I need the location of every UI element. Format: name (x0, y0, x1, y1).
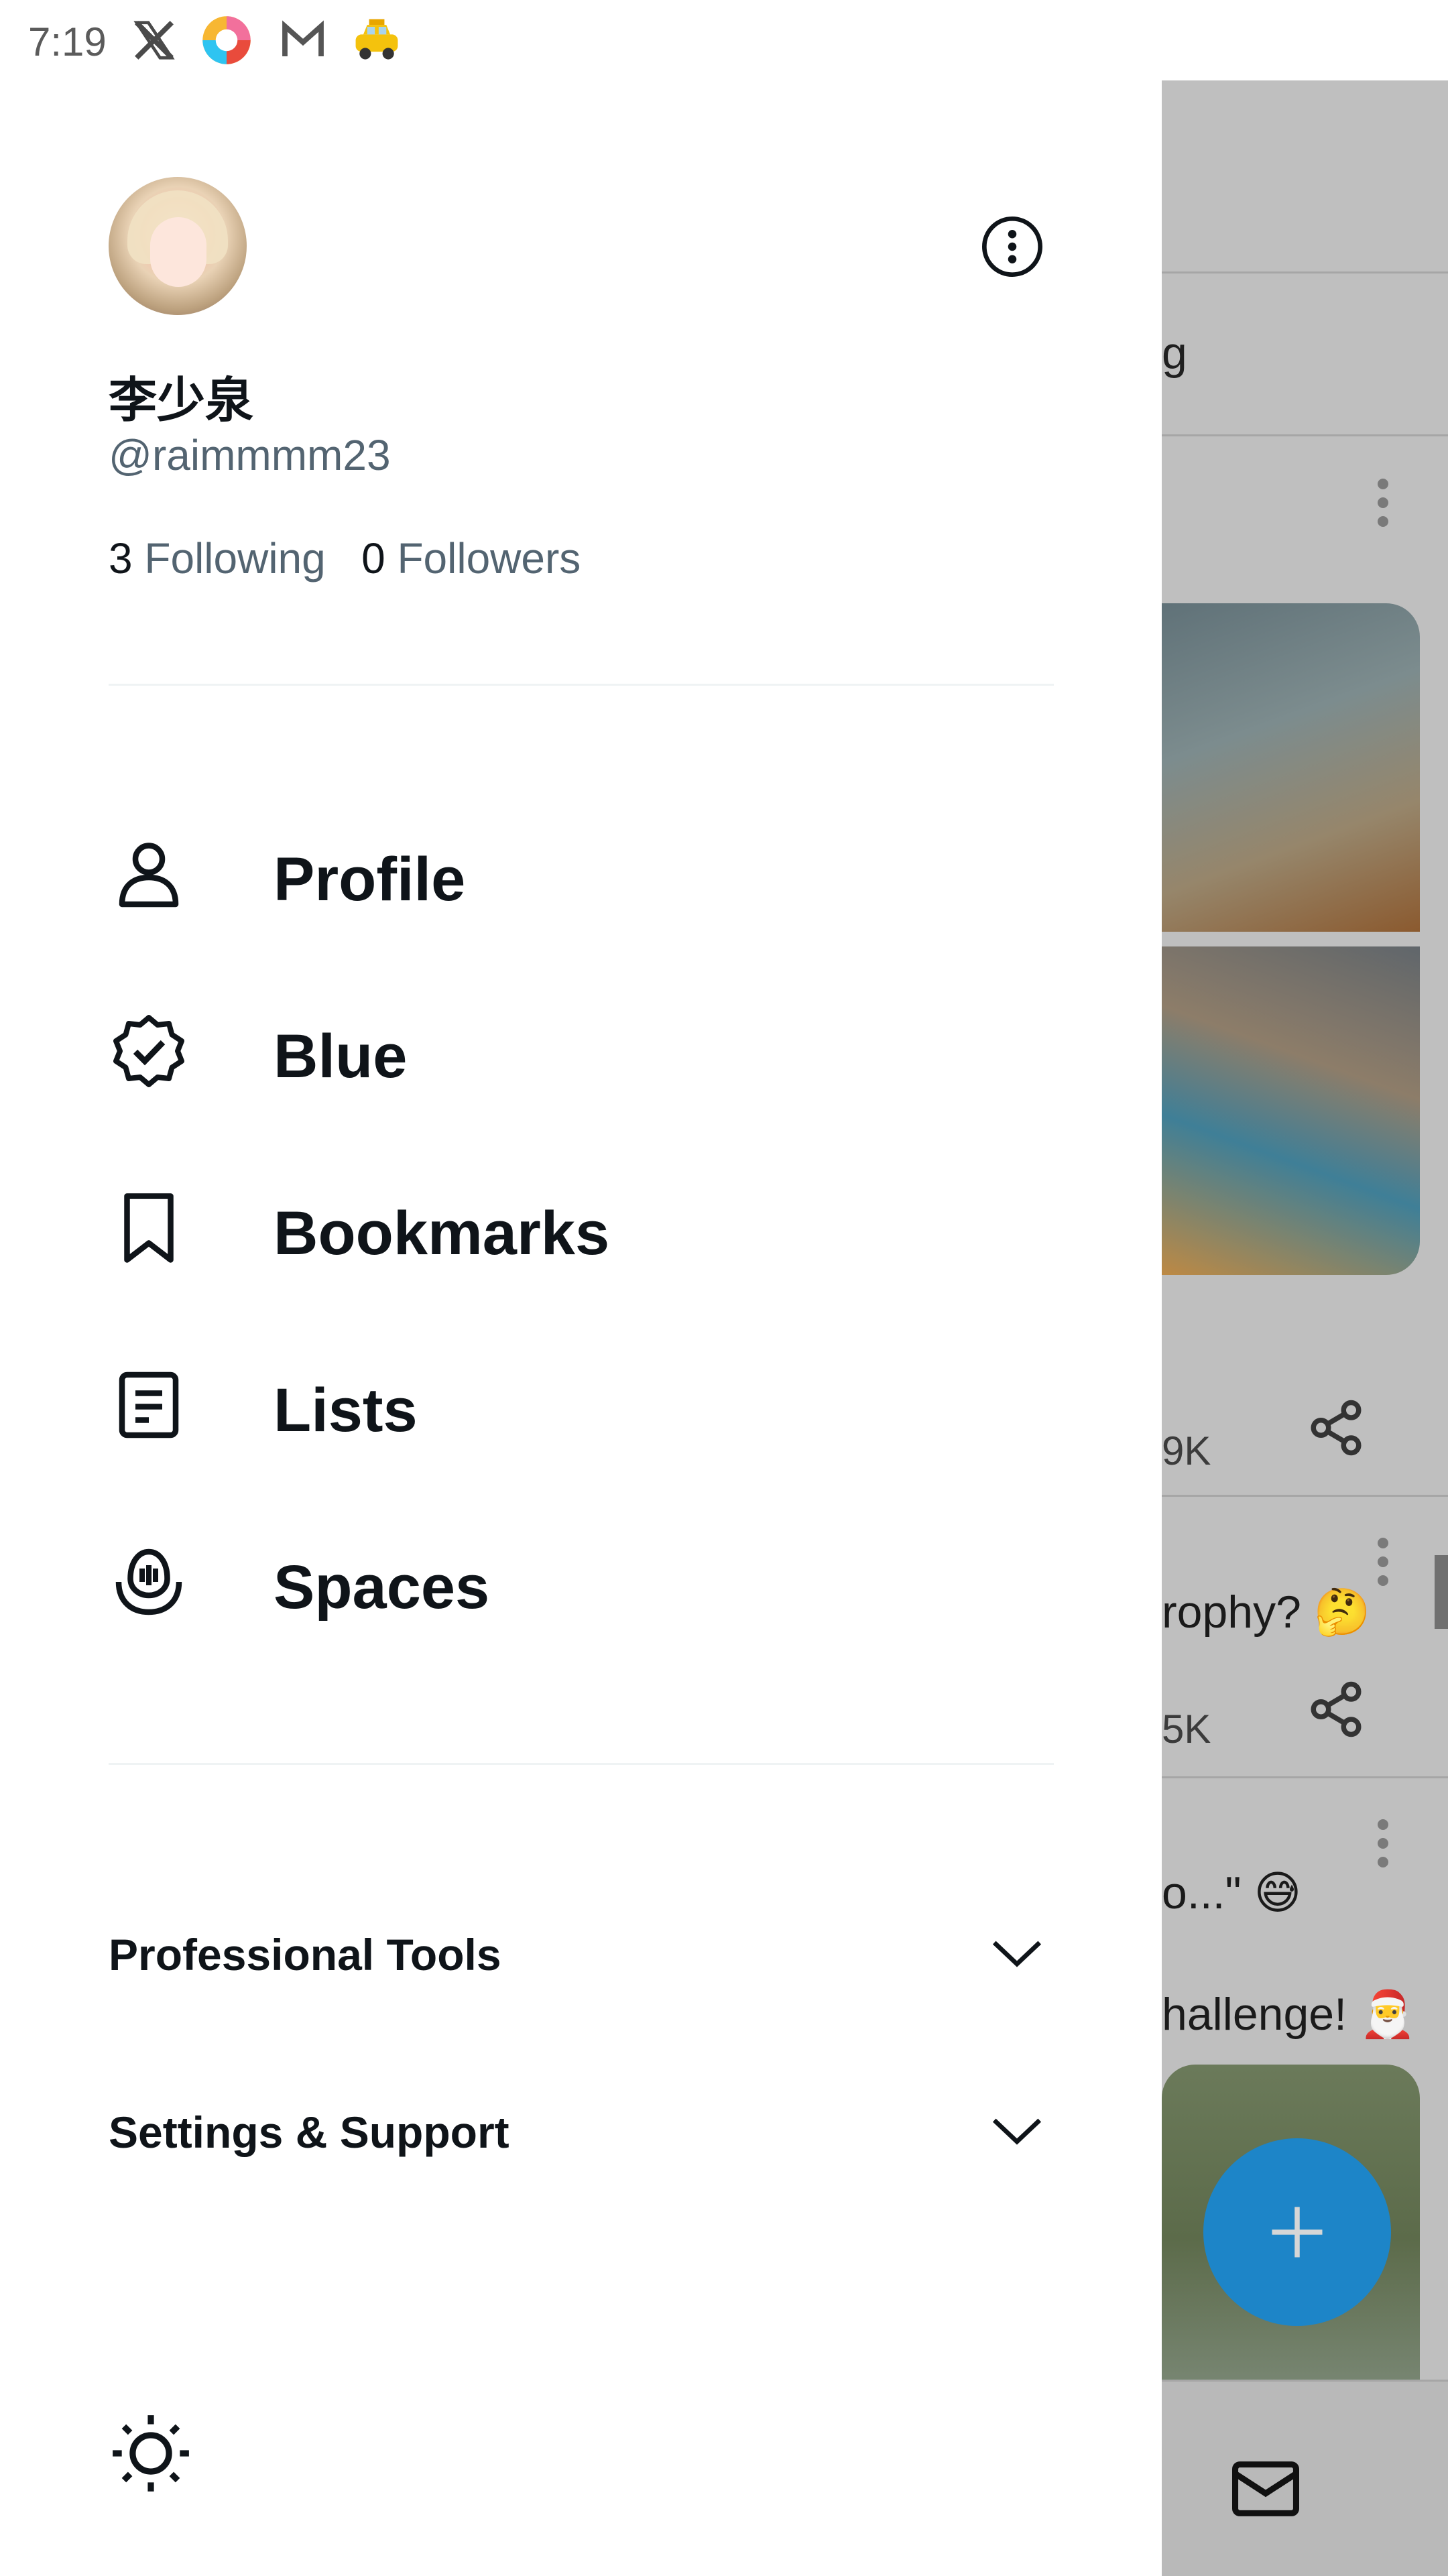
followers-label: Followers (397, 534, 581, 582)
status-bar: 7:19 (0, 0, 1448, 80)
menu-label-lists: Lists (274, 1376, 418, 1445)
section-label-settings-support: Settings & Support (109, 2107, 509, 2157)
share-icon (1311, 1400, 1362, 1456)
menu-label-profile: Profile (274, 845, 466, 914)
sun-icon (113, 2415, 189, 2492)
navigation-drawer: 李少泉 @raimmmm23 3 Following 0 Followers P… (0, 80, 1162, 2574)
colorful-app-icon (200, 13, 253, 67)
menu-item-bookmarks[interactable]: Bookmarks (109, 1158, 1054, 1292)
more-options-button[interactable] (979, 213, 1046, 280)
display-name: 李少泉 (109, 372, 254, 428)
tweet-stat-1: 9K (1162, 1428, 1211, 1473)
person-icon (119, 843, 179, 908)
menu-item-profile[interactable]: Profile (109, 804, 1054, 938)
following-link[interactable]: 3 Following (109, 534, 326, 582)
theme-toggle-button[interactable] (107, 2410, 194, 2497)
background-bottom-nav (1162, 2380, 1448, 2576)
menu-item-lists[interactable]: Lists (109, 1335, 1054, 1469)
verified-badge-icon (113, 1015, 184, 1087)
tweet-stat-2: 5K (1162, 1707, 1211, 1752)
section-settings-support[interactable]: Settings & Support (109, 2081, 1054, 2175)
menu-item-blue[interactable]: Blue (109, 981, 1054, 1115)
tweet-text-3: hallenge! 🎅 (1162, 1989, 1416, 2040)
followers-link[interactable]: 0 Followers (361, 534, 581, 582)
divider (109, 684, 1054, 686)
more-vertical-icon (1378, 1819, 1388, 1867)
section-professional-tools[interactable]: Professional Tools (109, 1904, 1054, 1998)
more-vertical-icon (1378, 479, 1388, 527)
user-handle: @raimmmm23 (109, 431, 391, 479)
scrollbar[interactable] (1435, 1555, 1448, 1629)
list-icon (119, 1371, 179, 1438)
mail-icon[interactable] (1229, 2455, 1303, 2522)
spaces-icon (115, 1548, 182, 1615)
x-app-icon (127, 13, 181, 67)
following-count: 3 (109, 534, 133, 582)
avatar[interactable] (109, 177, 247, 315)
tweet-image-1 (1162, 603, 1420, 932)
section-label-professional-tools: Professional Tools (109, 1930, 501, 1979)
tweet-text-1: rophy? 🤔 (1162, 1587, 1371, 1638)
bookmark-icon (124, 1193, 174, 1263)
more-vertical-icon (1378, 1538, 1388, 1586)
chevron-down-icon (992, 1941, 1042, 1967)
compose-button[interactable] (1203, 2138, 1391, 2326)
taxi-icon (350, 13, 404, 67)
background-tab-text: g (1162, 328, 1187, 379)
tweet-image-2 (1162, 946, 1420, 1275)
gmail-style-icon (276, 13, 330, 67)
more-options-icon (982, 217, 1042, 277)
tweet-text-2: o..." 😅 (1162, 1867, 1302, 1918)
share-icon (1311, 1681, 1362, 1737)
chevron-down-icon (992, 2118, 1042, 2145)
plus-icon (1272, 2207, 1323, 2258)
menu-label-bookmarks: Bookmarks (274, 1199, 610, 1268)
menu-label-spaces: Spaces (274, 1553, 490, 1621)
background-header (1162, 80, 1448, 273)
divider (109, 1763, 1054, 1765)
menu-item-spaces[interactable]: Spaces (109, 1512, 1054, 1646)
followers-count: 0 (361, 534, 385, 582)
status-time: 7:19 (28, 19, 107, 64)
background-tabs: g (1162, 273, 1448, 436)
menu-label-blue: Blue (274, 1022, 408, 1091)
follow-stats: 3 Following 0 Followers (109, 534, 581, 583)
following-label: Following (144, 534, 326, 582)
